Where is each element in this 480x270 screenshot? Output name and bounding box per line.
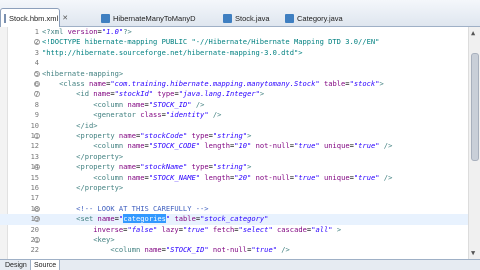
line-number: 13 [30, 152, 39, 161]
close-tab-icon[interactable]: ✕ [62, 14, 68, 22]
code-line[interactable]: 2 <!DOCTYPE hibernate-mapping PUBLIC "-//… [0, 37, 468, 47]
line-number: 17 [30, 194, 39, 203]
line-number: 4 [34, 59, 39, 68]
code-text: </id> [76, 120, 98, 130]
xml-file-icon [4, 13, 6, 23]
line-number: 9 [34, 111, 39, 120]
scroll-up-arrow-icon[interactable]: ▲ [471, 29, 475, 37]
code-text: <set name="categories" table="stock_cate… [76, 214, 269, 224]
scrollbar-thumb[interactable] [471, 53, 479, 161]
code-text: <!DOCTYPE hibernate-mapping PUBLIC "-//H… [42, 37, 380, 47]
tab-hibernate-many-to-many[interactable]: HibernateManyToManyD [98, 10, 208, 27]
code-line[interactable]: 19 <set name="categories" table="stock_c… [0, 214, 468, 225]
code-line[interactable]: 3 "http://hibernate.sourceforge.net/hiber… [0, 48, 468, 58]
line-number: 8 [34, 100, 39, 109]
tab-stock-java[interactable]: Stock.java [220, 10, 278, 27]
code-text: <!-- LOOK AT THIS CAREFULLY --> [42, 203, 209, 213]
code-line[interactable]: 22 <column name="STOCK_ID" not-null="tru… [0, 245, 468, 255]
code-line[interactable]: 16 </property> [0, 183, 468, 193]
code-text: <key> [93, 235, 115, 244]
line-number: 3 [34, 48, 39, 57]
java-file-icon [285, 14, 294, 23]
tab-design[interactable]: Design [2, 260, 30, 270]
tab-stock-hbm-xml[interactable]: Stock.hbm.xml ✕ [0, 8, 68, 27]
fold-toggle-icon[interactable] [34, 237, 40, 243]
code-text: <generator class="identity" /> [93, 110, 222, 120]
fold-toggle-icon[interactable] [34, 39, 40, 46]
code-line[interactable]: 17 [0, 193, 468, 203]
code-line[interactable]: 6 <class name="com.training.hibernate.ma… [0, 79, 468, 89]
fold-toggle-icon[interactable] [34, 70, 40, 77]
line-number: 20 [30, 225, 39, 234]
line-number: 15 [30, 173, 39, 182]
code-text: <column name="STOCK_NAME" length="20" no… [93, 172, 393, 182]
java-file-icon [101, 14, 110, 23]
code-line[interactable]: 21 <key> [0, 235, 468, 245]
fold-toggle-icon[interactable] [34, 133, 40, 139]
code-text: <column name="STOCK_CODE" length="10" no… [93, 141, 393, 151]
fold-toggle-icon[interactable] [34, 205, 40, 212]
code-text: inverse="false" lazy="true" fetch="selec… [93, 224, 342, 234]
code-text: <class name="com.training.hibernate.mapp… [59, 79, 384, 88]
code-text: </property> [76, 151, 124, 161]
tab-label: Stock.java [235, 14, 270, 23]
java-file-icon [223, 14, 232, 23]
code-text: <column name="STOCK_ID" not-null="true" … [110, 245, 290, 255]
code-line[interactable]: 11 <property name="stockCode" type="stri… [0, 131, 468, 141]
code-line[interactable]: 1 <?xml version="1.0"?> [0, 27, 468, 37]
code-line[interactable]: 5 <hibernate-mapping> [0, 69, 468, 79]
code-text: "http://hibernate.sourceforge.net/hibern… [42, 47, 303, 57]
code-text: <hibernate-mapping> [42, 68, 124, 78]
line-number: 12 [30, 142, 39, 151]
tab-source[interactable]: Source [30, 260, 61, 270]
tab-label: Stock.hbm.xml [9, 13, 59, 23]
code-line[interactable]: 20 inverse="false" lazy="true" fetch="se… [0, 225, 468, 235]
fold-toggle-icon[interactable] [34, 91, 40, 98]
vertical-scrollbar[interactable]: ▲ ▼ [468, 27, 480, 259]
code-text: <property name="stockName" type="string"… [76, 162, 252, 172]
code-line[interactable]: 13 </property> [0, 152, 468, 162]
tab-label: HibernateManyToManyD [113, 14, 196, 23]
code-text: <column name="STOCK_ID" /> [93, 99, 205, 109]
tab-category-java[interactable]: Category.java [282, 10, 354, 27]
code-line[interactable]: 14 <property name="stockName" type="stri… [0, 162, 468, 172]
code-text: <?xml version="1.0"?> [42, 27, 132, 36]
line-number: 22 [30, 246, 39, 255]
xml-source-editor[interactable]: 1 <?xml version="1.0"?> 2 <!DOCTYPE hiberna… [0, 27, 468, 259]
code-text: </property> [76, 183, 124, 192]
code-line[interactable]: 4 [0, 58, 468, 68]
line-number: 1 [34, 28, 39, 36]
line-number: 10 [30, 121, 39, 130]
fold-toggle-icon[interactable] [34, 216, 40, 223]
scroll-down-arrow-icon[interactable]: ▼ [471, 249, 475, 257]
code-line[interactable]: 15 <column name="STOCK_NAME" length="20"… [0, 173, 468, 183]
code-line[interactable]: 18 <!-- LOOK AT THIS CAREFULLY --> [0, 204, 468, 214]
code-line[interactable]: 10 </id> [0, 121, 468, 131]
code-text: <id name="stockId" type="java.lang.Integ… [76, 89, 265, 99]
editor-mode-tabs: Design Source [0, 259, 480, 270]
fold-toggle-icon[interactable] [34, 164, 40, 171]
code-line[interactable]: 7 <id name="stockId" type="java.lang.Int… [0, 89, 468, 99]
editor-tab-bar: Stock.hbm.xml ✕ HibernateManyToManyD Sto… [0, 0, 480, 27]
line-number: 16 [30, 184, 39, 192]
code-line[interactable]: 8 <column name="STOCK_ID" /> [0, 100, 468, 110]
code-line[interactable]: 9 <generator class="identity" /> [0, 110, 468, 120]
fold-toggle-icon[interactable] [34, 81, 40, 87]
tab-label: Category.java [297, 14, 343, 23]
code-line[interactable]: 12 <column name="STOCK_CODE" length="10"… [0, 141, 468, 151]
code-text: <property name="stockCode" type="string"… [76, 131, 252, 140]
